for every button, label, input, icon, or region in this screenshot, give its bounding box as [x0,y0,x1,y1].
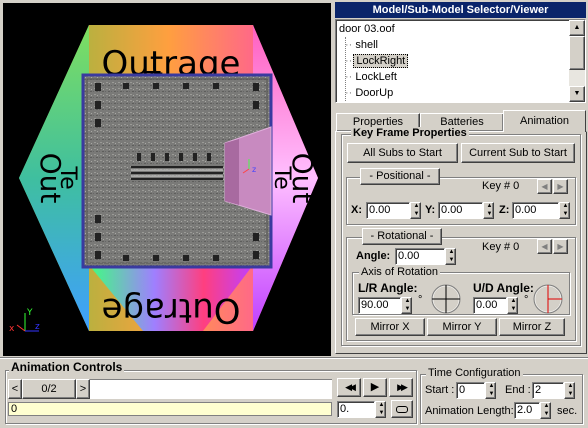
pos-z-label: Z: [499,204,510,216]
viewport-3d[interactable]: Outrage Test Out Te Out Te Outrage [3,3,331,356]
time-config-label: Time Configuration [426,367,523,380]
keyframe-group-label: Key Frame Properties [351,127,469,139]
model-text-right2: Te [269,165,294,189]
mirror-x-button[interactable]: Mirror X [355,318,425,336]
axis-label-z: z [35,322,40,332]
lr-degree-symbol: ° [418,294,423,306]
scroll-thumb[interactable] [569,36,585,70]
rewind-button[interactable]: ◀◀ [337,378,361,397]
bottom-divider [0,357,588,359]
model-text-bottom: Outrage [102,290,241,330]
pos-x-label: X: [351,204,362,216]
loop-icon [396,406,408,413]
pos-x-spinner[interactable]: ▲ ▼ [410,202,421,219]
ud-angle-label: U/D Angle: [473,281,534,295]
axis-label-y: Y [26,308,33,318]
next-frame-button[interactable]: > [76,379,90,399]
timeline-input[interactable]: 0 [8,402,332,416]
model-render: Outrage Test Out Te Out Te Outrage [9,25,319,334]
axis-of-rotation-label: Axis of Rotation [359,266,441,278]
pos-y-label: Y: [425,204,436,216]
rotational-prev-key-button[interactable]: ◀ [537,239,552,254]
speed-input[interactable]: 0. [337,401,375,418]
animation-length-input[interactable]: 2.0 [514,402,540,419]
positional-prev-key-button[interactable]: ◀ [537,179,552,194]
model-text-left2: Te [55,165,80,189]
pos-z-input[interactable]: 0.00 [512,202,559,219]
svg-text:z: z [252,165,256,174]
angle-label: Angle: [356,250,391,262]
start-input[interactable]: 0 [456,382,485,399]
lr-angle-label: L/R Angle: [358,281,418,295]
sec-label: sec. [557,405,578,417]
timeline-track[interactable] [90,379,332,399]
angle-spinner[interactable]: ▲ ▼ [445,248,456,265]
tree-item-lockleft[interactable]: ·· LockLeft [345,69,397,85]
lr-angle-input[interactable]: 90.00 [358,297,401,314]
pos-y-spinner[interactable]: ▲ ▼ [483,202,494,219]
lr-angle-dial[interactable] [430,283,462,315]
mirror-z-button[interactable]: Mirror Z [499,318,565,336]
positional-group-button[interactable]: - Positional - [360,168,440,185]
speed-spinner[interactable]: ▲ ▼ [375,401,386,418]
frame-display-button[interactable]: 0/2 [22,379,76,399]
fast-forward-button[interactable]: ▶▶ [389,378,413,397]
start-label: Start : [425,384,455,396]
pos-y-input[interactable]: 0.00 [438,202,483,219]
animation-controls-label: Animation Controls [9,360,125,374]
all-subs-to-start-button[interactable]: All Subs to Start [347,143,458,163]
tab-animation[interactable]: Animation [503,110,586,132]
tree-item-root[interactable]: door 03.oof [339,21,395,37]
axis-label-x: x [9,324,15,334]
tree-list: door 03.oof ·· shell ·· LockRight ·· LockLe… [339,21,569,102]
rotational-group-button[interactable]: - Rotational - [362,228,442,245]
rotational-key-label: Key # 0 [482,241,520,253]
lr-angle-spinner[interactable]: ▲ ▼ [401,297,412,314]
rotational-next-key-button[interactable]: ▶ [553,239,568,254]
mirror-y-button[interactable]: Mirror Y [427,318,497,336]
tree-scrollbar[interactable]: ▲ ▼ [569,20,585,102]
selector-title-bar: Model/Sub-Model Selector/Viewer [335,2,586,18]
start-spinner[interactable]: ▲ ▼ [485,382,496,399]
positional-key-label: Key # 0 [482,180,520,192]
prev-frame-button[interactable]: < [8,379,22,399]
end-spinner[interactable]: ▲ ▼ [564,382,575,399]
angle-input[interactable]: 0.00 [395,248,445,265]
scroll-up-button[interactable]: ▲ [569,20,585,36]
current-sub-to-start-button[interactable]: Current Sub to Start [461,143,575,163]
end-label: End : [505,384,531,396]
animation-length-label: Animation Length: [425,405,514,417]
ud-angle-input[interactable]: 0.00 [473,297,507,314]
animation-length-spinner[interactable]: ▲ ▼ [540,402,551,419]
selector-title: Model/Sub-Model Selector/Viewer [372,4,549,16]
end-input[interactable]: 2 [532,382,564,399]
ud-angle-dial[interactable] [532,283,564,315]
pos-z-spinner[interactable]: ▲ ▼ [559,202,570,219]
ud-angle-spinner[interactable]: ▲ ▼ [507,297,518,314]
positional-next-key-button[interactable]: ▶ [553,179,568,194]
ud-degree-symbol: ° [524,294,529,306]
tree-item-doorup[interactable]: ·· DoorUp [345,85,393,101]
submodel-tree[interactable]: door 03.oof ·· shell ·· LockRight ·· LockLe… [335,19,586,103]
play-button[interactable]: ▶ [363,378,387,397]
loop-toggle-button[interactable] [391,400,413,418]
scroll-down-button[interactable]: ▼ [569,86,585,102]
tree-item-shell[interactable]: ·· shell [345,37,378,53]
pos-x-input[interactable]: 0.00 [366,202,410,219]
tree-item-lockright[interactable]: ·· LockRight [345,53,409,69]
